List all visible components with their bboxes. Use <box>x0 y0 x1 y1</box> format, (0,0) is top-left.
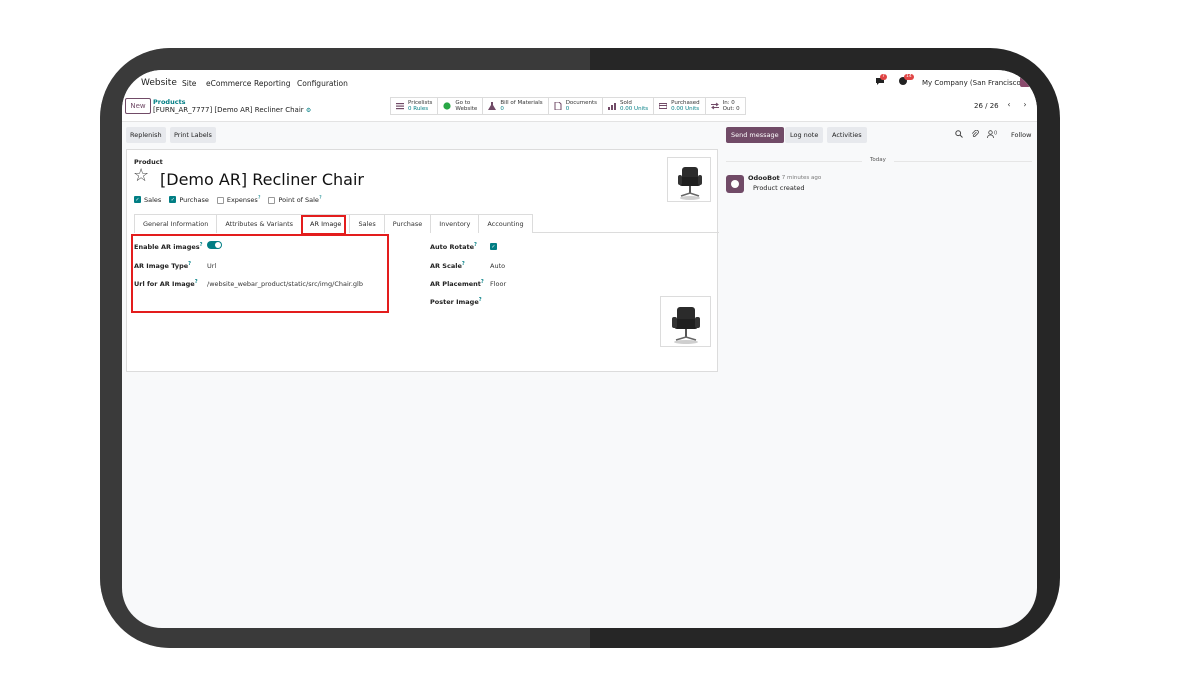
help-icon: ? <box>257 195 261 201</box>
help-icon: ? <box>478 297 482 303</box>
exchange-icon <box>710 102 719 110</box>
send-message-button[interactable]: Send message <box>726 127 784 143</box>
pager-value[interactable]: 26 / 26 <box>974 102 999 110</box>
breadcrumb-current-label: [FURN_AR_7777] [Demo AR] Recliner Chair <box>153 106 304 114</box>
check-purchase[interactable]: ✓ Purchase <box>169 196 209 204</box>
search-icon[interactable] <box>955 130 963 140</box>
tab-sales[interactable]: Sales <box>349 214 385 233</box>
activities-button[interactable]: Activities <box>827 127 867 143</box>
auto-rotate-label: Auto Rotate? <box>430 242 477 252</box>
date-separator-label: Today <box>862 157 894 163</box>
smart-button-sold[interactable]: Sold 0.00 Units <box>603 98 655 114</box>
activity-badge: 14 <box>904 74 914 80</box>
chat-badge: 7 <box>880 74 887 80</box>
menu-site[interactable]: Site <box>182 79 196 88</box>
globe-icon <box>443 102 451 110</box>
breadcrumb-products[interactable]: Products <box>153 98 186 106</box>
menu-configuration[interactable]: Configuration <box>297 79 348 88</box>
favorite-star-icon[interactable]: ☆ <box>133 166 149 186</box>
log-note-button[interactable]: Log note <box>785 127 824 143</box>
help-icon: ? <box>480 279 484 285</box>
app-name[interactable]: Website <box>141 78 177 88</box>
replenish-button[interactable]: Replenish <box>126 127 166 143</box>
message-time: - 7 minutes ago <box>778 175 822 181</box>
top-navbar: Website Site eCommerce Reporting Configu… <box>122 70 1037 95</box>
ar-placement-label: AR Placement? <box>430 279 484 289</box>
follow-button[interactable]: Follow <box>1011 131 1031 139</box>
new-button[interactable]: New <box>125 98 151 114</box>
pager-next-icon[interactable]: › <box>1018 99 1032 112</box>
followers-icon[interactable]: 0 <box>987 130 997 140</box>
odoobot-avatar <box>726 175 744 193</box>
followers-count: 0 <box>994 130 998 137</box>
app-screen: Website Site eCommerce Reporting Configu… <box>122 70 1037 628</box>
document-icon <box>554 102 562 110</box>
ar-scale-input[interactable]: Auto <box>490 262 505 270</box>
smart-buttons: Pricelists 0 Rules Go to Website Bill of M… <box>390 97 746 115</box>
paperclip-icon[interactable] <box>971 129 979 140</box>
product-title[interactable]: [Demo AR] Recliner Chair <box>160 170 364 189</box>
ar-scale-label: AR Scale? <box>430 261 465 271</box>
check-sales[interactable]: ✓ Sales <box>134 196 161 204</box>
menu-ecommerce[interactable]: eCommerce <box>206 79 251 88</box>
menu-reporting[interactable]: Reporting <box>254 79 290 88</box>
message-body: Product created <box>753 184 805 192</box>
user-avatar[interactable] <box>1020 77 1030 87</box>
checkbox-sales: ✓ <box>134 196 141 204</box>
help-icon: ? <box>461 261 465 267</box>
highlight-tab-annotation <box>301 215 346 235</box>
recliner-chair-image <box>678 167 702 200</box>
breadcrumb-current: [FURN_AR_7777] [Demo AR] Recliner Chair … <box>153 106 311 114</box>
tab-accounting[interactable]: Accounting <box>478 214 533 233</box>
check-pos[interactable]: Point of Sale? <box>268 195 322 204</box>
checkbox-expenses <box>216 196 224 204</box>
pager-prev-icon[interactable]: ‹ <box>1002 99 1016 112</box>
checkbox-pos <box>268 196 276 204</box>
message-author[interactable]: OdooBot <box>748 174 780 182</box>
chat-icon[interactable]: 7 <box>875 74 887 88</box>
tab-attributes-variants[interactable]: Attributes & Variants <box>216 214 303 233</box>
poster-chair-image <box>672 307 700 344</box>
gear-icon[interactable]: ⚙ <box>306 107 311 114</box>
smart-button-website[interactable]: Go to Website <box>438 98 484 114</box>
auto-rotate-checkbox[interactable]: ✓ <box>490 243 497 250</box>
check-expenses[interactable]: Expenses? <box>216 195 261 204</box>
bar-chart-icon <box>608 103 617 110</box>
smart-button-bom[interactable]: Bill of Materials 0 <box>483 98 549 114</box>
flask-icon <box>488 102 497 110</box>
credit-card-icon <box>659 103 668 109</box>
print-labels-button[interactable]: Print Labels <box>170 127 216 143</box>
smart-button-in-out[interactable]: In: 0 Out: 0 <box>706 98 745 114</box>
tab-purchase[interactable]: Purchase <box>383 214 432 233</box>
list-icon <box>396 103 404 110</box>
smart-button-pricelists[interactable]: Pricelists 0 Rules <box>391 98 439 114</box>
smart-button-documents[interactable]: Documents 0 <box>549 98 604 114</box>
product-flags: ✓ Sales ✓ Purchase Expenses? Point of Sale… <box>134 195 322 204</box>
tab-general-information[interactable]: General Information <box>134 214 218 233</box>
tab-inventory[interactable]: Inventory <box>430 214 480 233</box>
highlight-fields-annotation <box>131 234 389 313</box>
ar-placement-select[interactable]: Floor <box>490 280 506 288</box>
form-tabs: General Information Attributes & Variant… <box>134 214 719 233</box>
control-panel: New Products [FURN_AR_7777] [Demo AR] Re… <box>122 95 1037 122</box>
chatter-tools: 0 <box>955 129 997 140</box>
help-icon: ? <box>318 195 322 201</box>
product-form-sheet: Product ☆ [Demo AR] Recliner Chair ✓ Sale… <box>126 149 719 372</box>
product-image[interactable] <box>667 157 711 202</box>
poster-image[interactable] <box>660 296 711 347</box>
help-icon: ? <box>473 242 477 248</box>
poster-image-label: Poster Image? <box>430 297 482 307</box>
checkbox-purchase: ✓ <box>169 196 177 204</box>
activity-icon[interactable]: 14 <box>899 74 914 87</box>
company-switcher[interactable]: My Company (San Francisco) <box>922 79 1023 87</box>
smart-button-purchased[interactable]: Purchased 0.00 Units <box>654 98 706 114</box>
